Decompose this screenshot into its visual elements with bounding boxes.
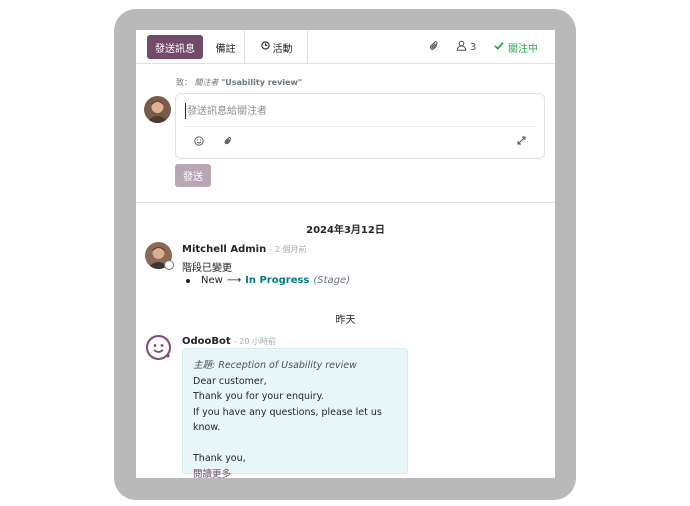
user-icon [456, 40, 467, 54]
odoobot-avatar[interactable] [145, 334, 172, 361]
log-note-tab[interactable]: 備註 [207, 30, 245, 64]
chatter-panel: 發送訊息 備註 活動 3 關注中 致： 關注者 "Usability revie… [136, 30, 555, 478]
full-composer-button[interactable] [515, 136, 527, 148]
old-stage: New [201, 275, 223, 286]
date-separator: 2024年3月12日 [306, 225, 385, 236]
activity-tab[interactable]: 活動 [246, 30, 308, 64]
mitchell-admin-avatar[interactable] [145, 242, 174, 270]
attachments-button[interactable] [427, 39, 441, 55]
recipients-line: 致： 關注者 "Usability review" [176, 77, 302, 88]
new-stage: In Progress [245, 275, 310, 286]
check-icon [494, 41, 504, 53]
paperclip-icon [223, 136, 233, 149]
attach-file-button[interactable] [222, 136, 234, 148]
body-line: Thank you for your enquiry. [193, 391, 324, 402]
tracked-field: (Stage) [313, 275, 351, 286]
following-label: 關注中 [508, 43, 538, 55]
current-user-avatar [144, 96, 171, 123]
subject-text: Reception of Usability review [218, 360, 357, 371]
message-time: - 20 小時前 [233, 337, 277, 346]
body-line: Dear customer, [193, 375, 267, 387]
to-followers: 關注者 [194, 78, 219, 87]
tracking-value: New ⟶ In Progress (Stage) [186, 275, 350, 286]
body-line: Thank you, [193, 453, 246, 464]
composer-divider [136, 202, 555, 203]
message-header: OdooBot - 20 小時前 [182, 336, 276, 347]
read-more-link[interactable]: 閱讀更多 [193, 467, 397, 479]
bullet-icon [186, 278, 190, 283]
message-input[interactable] [185, 103, 535, 119]
followers-count: 3 [470, 41, 477, 53]
message-time: - 2 個月前 [269, 245, 307, 254]
send-message-button[interactable]: 發送訊息 [147, 35, 203, 59]
arrow-icon: ⟶ [226, 275, 242, 286]
expand-icon [517, 136, 526, 148]
message-subject: 主題: Reception of Usability review [193, 358, 397, 374]
emoji-button[interactable] [193, 135, 205, 149]
message-composer [175, 93, 545, 159]
author-name[interactable]: OdooBot [182, 336, 231, 347]
message-text: 階段已變更 [182, 263, 232, 274]
date-separator: 昨天 [335, 315, 356, 326]
message-bubble: 主題: Reception of Usability review Dear c… [182, 348, 408, 478]
to-record: "Usability review" [221, 78, 303, 87]
body-line: If you have any questions, please let us… [193, 406, 382, 434]
composer-separator [185, 126, 535, 127]
author-name[interactable]: Mitchell Admin [182, 244, 266, 255]
message-header: Mitchell Admin - 2 個月前 [182, 244, 306, 255]
to-prefix: 致： [176, 78, 192, 87]
following-button[interactable]: 關注中 [494, 39, 538, 55]
smiley-icon [194, 135, 204, 149]
activity-label: 活動 [272, 43, 293, 55]
send-button[interactable]: 發送 [175, 164, 211, 187]
subject-label: 主題: [193, 360, 216, 371]
clock-icon [260, 41, 270, 53]
chatter-topbar: 發送訊息 備註 活動 3 關注中 [136, 30, 555, 64]
paperclip-icon [428, 40, 440, 55]
followers-button[interactable]: 3 [456, 39, 476, 55]
presence-status-icon [164, 260, 174, 270]
